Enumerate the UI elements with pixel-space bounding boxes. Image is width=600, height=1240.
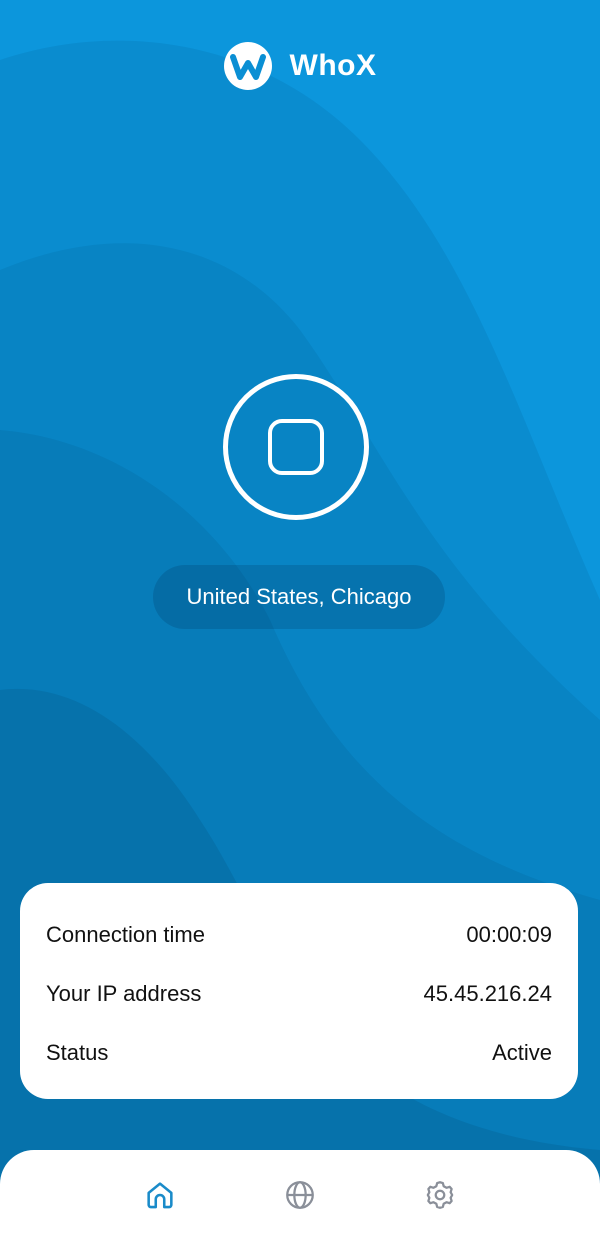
info-row-ip-address: Your IP address 45.45.216.24 (46, 964, 552, 1023)
app-title: WhoX (289, 49, 377, 82)
nav-settings[interactable] (418, 1173, 462, 1217)
globe-icon (286, 1181, 314, 1209)
stop-icon (268, 419, 324, 475)
ip-address-value: 45.45.216.24 (423, 980, 552, 1006)
ip-address-label: Your IP address (46, 980, 202, 1006)
nav-home[interactable] (138, 1173, 182, 1217)
info-row-status: Status Active (46, 1023, 552, 1082)
gear-icon (426, 1181, 454, 1209)
location-selector[interactable]: United States, Chicago (153, 565, 445, 629)
app-header: WhoX (0, 40, 600, 92)
location-label: United States, Chicago (186, 584, 412, 609)
whox-logo-icon (223, 42, 272, 90)
connection-info-card: Connection time 00:00:09 Your IP address… (20, 883, 578, 1099)
status-label: Status (46, 1039, 109, 1065)
nav-servers[interactable] (278, 1173, 322, 1217)
connection-time-value: 00:00:09 (466, 921, 552, 947)
info-row-connection-time: Connection time 00:00:09 (46, 905, 552, 964)
home-icon (147, 1182, 173, 1209)
bottom-navigation (0, 1150, 600, 1240)
connection-time-label: Connection time (46, 921, 205, 947)
disconnect-button[interactable] (223, 374, 369, 520)
status-value: Active (492, 1039, 552, 1065)
